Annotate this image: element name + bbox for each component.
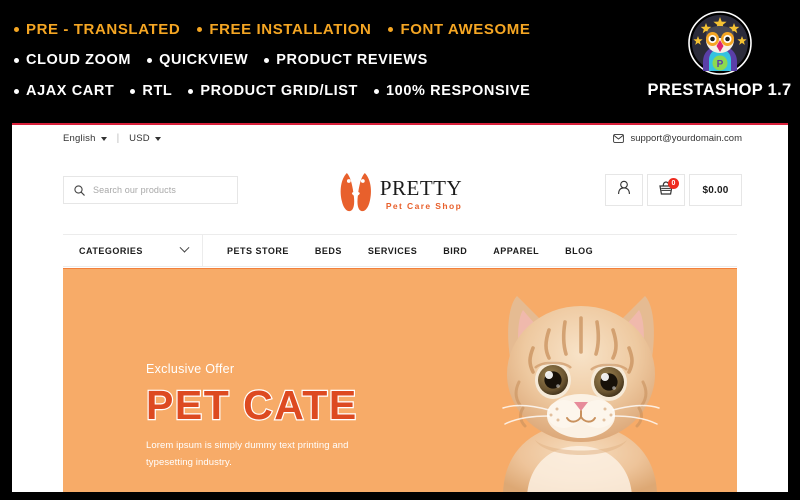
nav-categories-label: CATEGORIES bbox=[79, 245, 143, 256]
prestashop-brand: P PRESTASHOP 1.7 bbox=[647, 8, 792, 100]
promo-feature-row: CLOUD ZOOM QUICKVIEW PRODUCT REVIEWS bbox=[14, 45, 634, 76]
dot-bullet-icon bbox=[188, 89, 194, 94]
cart-count-badge: 0 bbox=[668, 178, 679, 189]
store-preview-page: English | USD support@yourdomain.com Sea… bbox=[12, 123, 788, 492]
two-dogs-logo-icon bbox=[338, 171, 374, 218]
promo-feature-label: PRODUCT GRID/LIST bbox=[200, 83, 359, 100]
chevron-down-icon bbox=[100, 136, 107, 141]
hero-eyebrow: Exclusive Offer bbox=[146, 362, 235, 376]
promo-feature-label: CLOUD ZOOM bbox=[26, 52, 132, 69]
dot-bullet-icon bbox=[14, 89, 19, 94]
search-box[interactable] bbox=[63, 176, 238, 204]
nav-item-categories[interactable]: CATEGORIES bbox=[63, 235, 203, 266]
nav-item-pets-store[interactable]: PETS STORE bbox=[227, 246, 289, 256]
header-actions: 0 $0.00 bbox=[605, 174, 742, 206]
main-navigation: CATEGORIES PETS STORE BEDS SERVICES BIRD… bbox=[63, 234, 737, 267]
prestashop-version-label: PRESTASHOP 1.7 bbox=[647, 81, 792, 99]
promo-feature-item: PRODUCT GRID/LIST bbox=[188, 84, 358, 99]
promo-feature-item: FONT AWESOME bbox=[388, 22, 530, 37]
chevron-down-icon bbox=[154, 136, 161, 141]
support-email-text: support@yourdomain.com bbox=[630, 133, 742, 144]
selector-divider: | bbox=[116, 133, 120, 144]
chevron-down-icon bbox=[179, 242, 190, 253]
nav-item-beds[interactable]: BEDS bbox=[315, 246, 342, 256]
nav-item-bird[interactable]: BIRD bbox=[443, 246, 467, 256]
promo-feature-label: PRODUCT REVIEWS bbox=[276, 52, 428, 69]
prestashop-owl-logo-icon: P bbox=[687, 10, 753, 76]
promo-feature-item: 100% RESPONSIVE bbox=[374, 84, 530, 99]
cart-button[interactable]: 0 bbox=[647, 174, 685, 206]
store-name: PRETTY bbox=[379, 176, 463, 201]
user-account-icon bbox=[617, 180, 631, 200]
diamond-bullet-icon bbox=[14, 27, 19, 32]
dot-bullet-icon bbox=[374, 89, 380, 94]
hero-title: PET CATE bbox=[145, 382, 358, 428]
promo-feature-label: PRE - TRANSLATED bbox=[26, 21, 181, 38]
hero-copy: Exclusive Offer PET CATE Lorem ipsum is … bbox=[145, 362, 476, 471]
language-selector[interactable]: English bbox=[63, 133, 107, 144]
promo-feature-label: QUICKVIEW bbox=[159, 52, 249, 69]
dot-bullet-icon bbox=[264, 58, 270, 63]
cart-total[interactable]: $0.00 bbox=[689, 174, 742, 206]
utility-bar: English | USD support@yourdomain.com bbox=[12, 125, 788, 155]
nav-item-apparel[interactable]: APPAREL bbox=[493, 246, 539, 256]
envelope-icon bbox=[613, 134, 625, 143]
dot-bullet-icon bbox=[14, 58, 19, 63]
language-currency-selector: English | USD bbox=[63, 133, 161, 144]
diamond-bullet-icon bbox=[197, 27, 203, 32]
search-input[interactable] bbox=[93, 185, 227, 195]
support-email-link[interactable]: support@yourdomain.com bbox=[613, 133, 742, 144]
promo-feature-item: AJAX CART bbox=[14, 84, 114, 99]
promo-feature-item: RTL bbox=[130, 84, 172, 99]
promo-feature-label: FONT AWESOME bbox=[400, 21, 531, 38]
diamond-bullet-icon bbox=[388, 27, 394, 32]
hero-banner[interactable]: Exclusive Offer PET CATE Lorem ipsum is … bbox=[63, 269, 737, 492]
store-tagline: Pet Care Shop bbox=[385, 201, 463, 212]
account-button[interactable] bbox=[605, 174, 643, 206]
currency-label: USD bbox=[129, 133, 150, 144]
store-header: PRETTY Pet Care Shop bbox=[12, 163, 788, 225]
language-label: English bbox=[63, 133, 96, 144]
nav-item-blog[interactable]: BLOG bbox=[565, 246, 593, 256]
store-logo-text: PRETTY Pet Care Shop bbox=[380, 178, 462, 211]
dot-bullet-icon bbox=[130, 89, 136, 94]
currency-selector[interactable]: USD bbox=[129, 133, 161, 144]
promo-feature-row: PRE - TRANSLATED FREE INSTALLATION FONT … bbox=[14, 14, 634, 45]
promo-feature-label: AJAX CART bbox=[26, 83, 115, 100]
nav-item-services[interactable]: SERVICES bbox=[368, 246, 417, 256]
svg-text:P: P bbox=[716, 59, 723, 70]
promo-feature-item: PRODUCT REVIEWS bbox=[264, 53, 428, 68]
promo-feature-row: AJAX CART RTL PRODUCT GRID/LIST 100% RES… bbox=[14, 76, 634, 107]
promo-feature-label: RTL bbox=[142, 83, 173, 100]
kitten-photo bbox=[465, 269, 695, 492]
hero-subtitle: Lorem ipsum is simply dummy text printin… bbox=[146, 440, 349, 468]
search-icon bbox=[74, 184, 85, 196]
promo-feature-item: PRE - TRANSLATED bbox=[14, 22, 180, 37]
promo-feature-item: FREE INSTALLATION bbox=[197, 22, 371, 37]
promo-feature-item: CLOUD ZOOM bbox=[14, 53, 131, 68]
promo-feature-label: 100% RESPONSIVE bbox=[386, 83, 531, 100]
dot-bullet-icon bbox=[147, 58, 153, 63]
store-logo[interactable]: PRETTY Pet Care Shop bbox=[338, 171, 462, 218]
nav-link-list: PETS STORE BEDS SERVICES BIRD APPAREL BL… bbox=[203, 235, 619, 266]
promo-feature-list: PRE - TRANSLATED FREE INSTALLATION FONT … bbox=[14, 14, 634, 107]
promo-feature-banner: PRE - TRANSLATED FREE INSTALLATION FONT … bbox=[0, 0, 800, 123]
promo-feature-label: FREE INSTALLATION bbox=[209, 21, 372, 38]
promo-feature-item: QUICKVIEW bbox=[147, 53, 248, 68]
